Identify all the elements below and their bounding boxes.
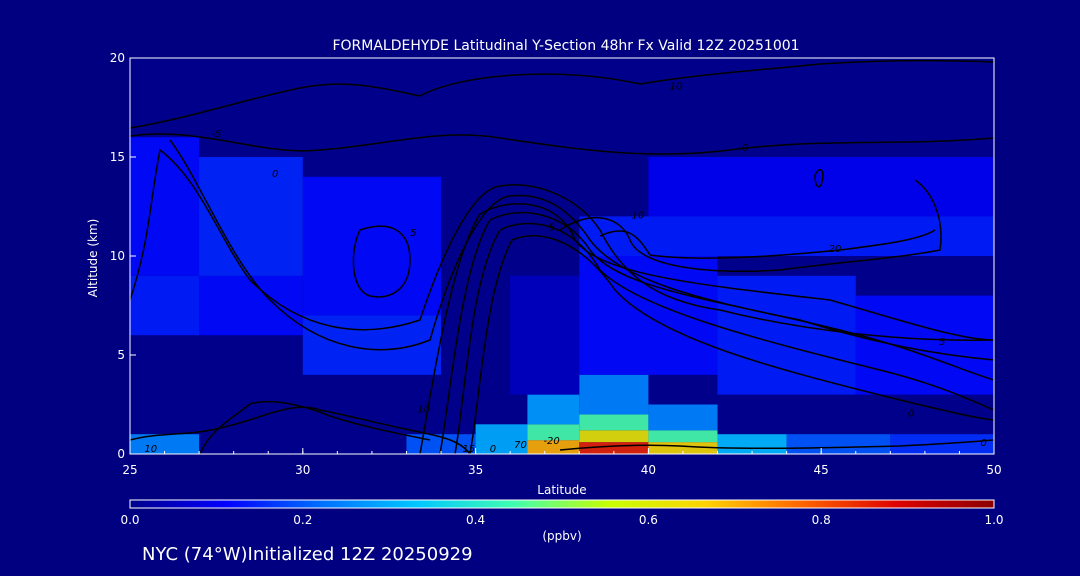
- y-tick-label: 0: [117, 447, 125, 461]
- contour-label: 70: [514, 440, 527, 451]
- y-tick-label: 20: [110, 51, 125, 65]
- y-tick-label: 5: [117, 348, 125, 362]
- colorbar-unit-label: (ppbv): [542, 529, 581, 543]
- heatmap-cell: [648, 430, 718, 443]
- contour-label: 10: [632, 210, 645, 221]
- x-tick-label: 25: [122, 463, 137, 477]
- plot-area: 10 -5 0 5 10 15 0 70 -20 5 10 0 20 5 0 0 10: [129, 57, 995, 455]
- colorbar-tick-label: 0.8: [812, 513, 831, 527]
- heatmap-cell: [717, 275, 856, 395]
- colorbar-tick-label: 1.0: [984, 513, 1003, 527]
- heatmap-cell: [130, 137, 200, 276]
- contour-label: 5: [410, 228, 416, 239]
- chart-figure: FORMALDEHYDE Latitudinal Y-Section 48hr …: [86, 38, 1004, 565]
- contour-label: 10: [417, 404, 430, 415]
- x-tick-label: 40: [641, 463, 656, 477]
- contour-label: 5: [548, 222, 554, 233]
- colorbar-tick-label: 0.6: [639, 513, 658, 527]
- contour-label: 0: [908, 408, 914, 419]
- x-axis-label: Latitude: [537, 483, 586, 497]
- y-tick-label: 10: [110, 249, 125, 263]
- heatmap-cell: [510, 275, 580, 395]
- colorbar-ticks: 0.0 0.2 0.4 0.6 0.8 1.0: [120, 513, 1003, 527]
- heatmap-cell: [786, 434, 891, 454]
- x-tick-label: 30: [295, 463, 310, 477]
- heatmap-cell: [579, 414, 649, 431]
- x-tick-label: 35: [468, 463, 483, 477]
- y-tick-label: 15: [110, 150, 125, 164]
- contour-label: 0: [742, 143, 748, 154]
- heatmap-cell: [199, 275, 303, 336]
- contour-label: 0: [980, 438, 986, 449]
- heatmap-cell: [527, 394, 580, 425]
- heatmap-cell: [855, 295, 994, 395]
- y-axis-label: Altitude (km): [86, 219, 100, 298]
- heatmap-cell: [648, 404, 718, 431]
- heatmap-cell: [302, 176, 442, 316]
- contour-label: 0: [272, 169, 278, 180]
- colorbar-tick-label: 0.0: [120, 513, 139, 527]
- contour-label: -20: [543, 436, 559, 447]
- heatmap-cell: [130, 275, 200, 336]
- colorbar: [129, 499, 995, 509]
- contour-label: 0: [490, 444, 496, 455]
- contour-label: 10: [670, 82, 683, 93]
- heatmap-cell: [579, 430, 649, 443]
- chart-title: FORMALDEHYDE Latitudinal Y-Section 48hr …: [332, 38, 799, 54]
- contour-label: 20: [829, 244, 842, 255]
- heatmap-cell: [579, 216, 994, 256]
- colorbar-tick-label: 0.2: [293, 513, 312, 527]
- x-tick-label: 45: [814, 463, 829, 477]
- x-tick-label: 50: [986, 463, 1001, 477]
- footer-location-text: NYC (74°W)Initialized 12Z 20250929: [142, 544, 473, 565]
- contour-label: 5: [939, 337, 945, 348]
- heatmap-cell: [648, 157, 994, 217]
- contour-label: 10: [144, 444, 157, 455]
- colorbar-tick-label: 0.4: [466, 513, 485, 527]
- contour-label: 15: [462, 444, 475, 455]
- heatmap-cell: [579, 374, 649, 415]
- contour-label: -5: [211, 129, 221, 140]
